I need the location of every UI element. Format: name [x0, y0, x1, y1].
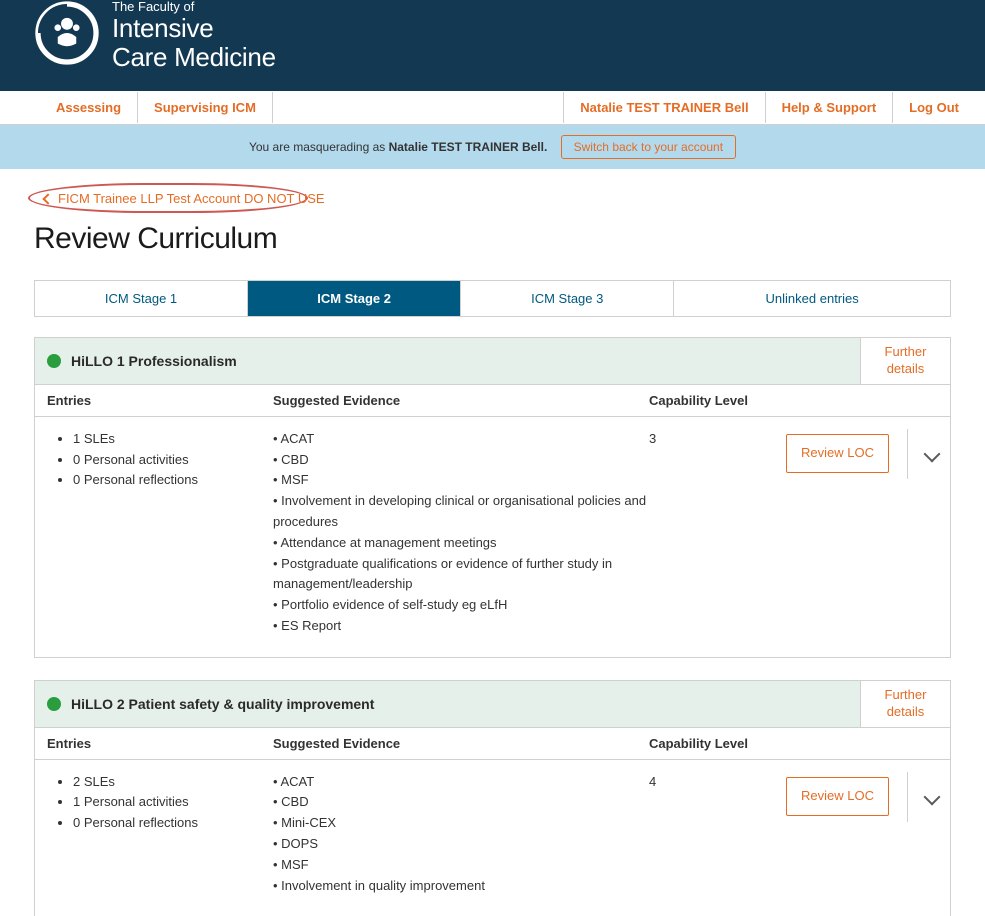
masquerade-prefix: You are masquerading as	[249, 140, 389, 154]
switch-back-button[interactable]: Switch back to your account	[561, 135, 736, 159]
logo[interactable]: The Faculty of Intensive Care Medicine	[34, 0, 276, 71]
header-band: The Faculty of Intensive Care Medicine	[0, 0, 985, 91]
tab-icm-stage-1[interactable]: ICM Stage 1	[35, 281, 248, 316]
list-item: Portfolio evidence of self-study eg eLfH	[273, 595, 649, 616]
list-item: DOPS	[273, 834, 649, 855]
capability-level-value: 4	[649, 772, 745, 793]
list-item: ACAT	[273, 429, 649, 450]
list-item: ES Report	[273, 616, 649, 637]
masquerade-banner: You are masquerading as Natalie TEST TRA…	[0, 125, 985, 169]
list-item: 0 Personal activities	[73, 450, 273, 471]
status-dot-icon	[47, 354, 61, 368]
nav-assessing[interactable]: Assessing	[40, 92, 137, 123]
review-loc-button[interactable]: Review LOC	[786, 434, 889, 473]
hillo-1-title: HiLLO 1 Professionalism	[71, 353, 237, 369]
nav-help-support[interactable]: Help & Support	[765, 92, 893, 123]
divider	[907, 429, 908, 479]
list-item: MSF	[273, 470, 649, 491]
chevron-left-icon	[42, 193, 53, 204]
divider	[907, 772, 908, 822]
status-dot-icon	[47, 697, 61, 711]
hillo-1: HiLLO 1 Professionalism Further details …	[34, 337, 951, 658]
further-details-button[interactable]: Further details	[860, 338, 950, 384]
list-item: CBD	[273, 450, 649, 471]
nav-user-name[interactable]: Natalie TEST TRAINER Bell	[563, 92, 764, 123]
logo-icon	[34, 0, 100, 66]
tab-icm-stage-3[interactable]: ICM Stage 3	[461, 281, 674, 316]
chevron-down-icon[interactable]	[924, 445, 941, 462]
breadcrumb-label: FICM Trainee LLP Test Account DO NOT USE	[58, 191, 325, 206]
stage-tabs: ICM Stage 1 ICM Stage 2 ICM Stage 3 Unli…	[34, 280, 951, 317]
tab-unlinked-entries[interactable]: Unlinked entries	[674, 281, 950, 316]
col-header-capability: Capability Level	[649, 393, 938, 408]
col-header-entries: Entries	[47, 393, 273, 408]
col-header-evidence: Suggested Evidence	[273, 393, 649, 408]
list-item: Involvement in developing clinical or or…	[273, 491, 649, 533]
hillo-2-title: HiLLO 2 Patient safety & quality improve…	[71, 696, 374, 712]
list-item: ACAT	[273, 772, 649, 793]
tab-icm-stage-2[interactable]: ICM Stage 2	[248, 281, 461, 316]
list-item: 1 Personal activities	[73, 792, 273, 813]
nav-supervising-icm[interactable]: Supervising ICM	[137, 92, 273, 123]
breadcrumb-back[interactable]: FICM Trainee LLP Test Account DO NOT USE	[34, 189, 335, 208]
logo-text-line2: Intensive	[112, 14, 276, 43]
hillo-2: HiLLO 2 Patient safety & quality improve…	[34, 680, 951, 916]
further-details-button[interactable]: Further details	[860, 681, 950, 727]
nav-log-out[interactable]: Log Out	[892, 92, 975, 123]
list-item: 2 SLEs	[73, 772, 273, 793]
list-item: Postgraduate qualifications or evidence …	[273, 554, 649, 596]
capability-level-value: 3	[649, 429, 745, 450]
list-item: 1 SLEs	[73, 429, 273, 450]
masquerade-user: Natalie TEST TRAINER Bell.	[389, 140, 548, 154]
list-item: MSF	[273, 855, 649, 876]
logo-text-line3: Care Medicine	[112, 43, 276, 72]
list-item: 0 Personal reflections	[73, 470, 273, 491]
logo-text-line1: The Faculty of	[112, 0, 276, 14]
nav-bar: Assessing Supervising ICM Natalie TEST T…	[0, 91, 985, 125]
col-header-capability: Capability Level	[649, 736, 938, 751]
col-header-evidence: Suggested Evidence	[273, 736, 649, 751]
col-header-entries: Entries	[47, 736, 273, 751]
list-item: 0 Personal reflections	[73, 813, 273, 834]
list-item: Mini-CEX	[273, 813, 649, 834]
review-loc-button[interactable]: Review LOC	[786, 777, 889, 816]
list-item: Attendance at management meetings	[273, 533, 649, 554]
list-item: CBD	[273, 792, 649, 813]
chevron-down-icon[interactable]	[924, 788, 941, 805]
main-content: FICM Trainee LLP Test Account DO NOT USE…	[0, 169, 985, 916]
list-item: Involvement in quality improvement	[273, 876, 649, 897]
page-title: Review Curriculum	[34, 222, 951, 256]
